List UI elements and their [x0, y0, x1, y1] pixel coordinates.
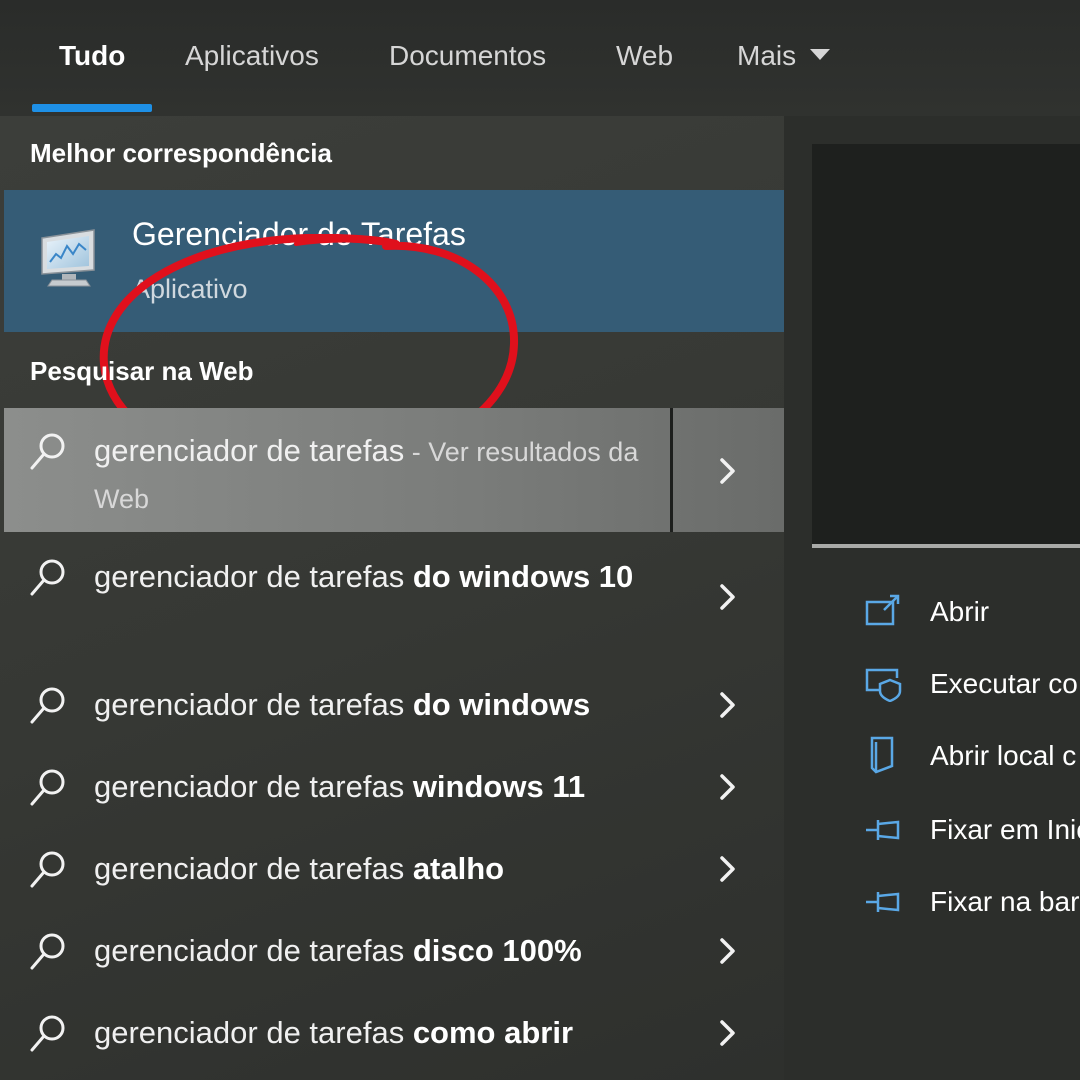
best-match-result[interactable]: Gerenciador de Tarefas Aplicativo — [4, 190, 784, 332]
web-result-text: gerenciador de tarefas disco 100% — [94, 928, 664, 974]
action-pin-to-start[interactable]: Fixar em Inic — [864, 810, 1080, 854]
tab-web[interactable]: Web — [616, 36, 673, 76]
web-search-heading: Pesquisar na Web — [30, 356, 254, 386]
search-icon — [30, 559, 65, 596]
web-result-query: gerenciador de tarefas — [94, 769, 413, 804]
web-result-row[interactable]: gerenciador de tarefas como abrir — [4, 1010, 784, 1070]
chevron-right-icon[interactable] — [712, 690, 742, 720]
web-result-query: gerenciador de tarefas — [94, 933, 413, 968]
action-pin-to-taskbar-label: Fixar na bar — [930, 886, 1080, 917]
chevron-right-icon[interactable] — [712, 936, 742, 966]
run-as-admin-icon — [865, 668, 902, 702]
tab-mais-label: Mais — [737, 40, 797, 71]
action-run-as-admin[interactable]: Executar co — [864, 664, 1080, 708]
open-icon — [865, 594, 900, 626]
chevron-right-icon[interactable] — [712, 456, 742, 486]
chevron-down-icon — [810, 49, 831, 61]
web-result-query: gerenciador de tarefas — [94, 851, 413, 886]
chevron-right-icon[interactable] — [712, 1018, 742, 1048]
best-match-heading: Melhor correspondência — [30, 138, 332, 168]
action-pin-to-start-label: Fixar em Inic — [930, 814, 1080, 845]
action-open-label: Abrir — [930, 596, 990, 627]
web-result-query: gerenciador de tarefas — [94, 559, 413, 594]
action-open[interactable]: Abrir — [864, 592, 1080, 636]
web-result-text: gerenciador de tarefas do windows — [94, 682, 664, 728]
search-icon — [30, 687, 65, 724]
search-icon — [30, 933, 65, 970]
tab-documentos[interactable]: Documentos — [389, 36, 546, 76]
tab-aplicativos[interactable]: Aplicativos — [185, 36, 319, 76]
web-result-row[interactable]: gerenciador de tarefas atalho — [4, 846, 784, 906]
app-preview — [812, 144, 1080, 546]
web-result-bold: do windows 10 — [412, 559, 634, 594]
web-result-text: gerenciador de tarefas windows 11 — [94, 764, 664, 810]
action-open-file-location-label: Abrir local c — [930, 740, 1077, 771]
search-icon — [30, 851, 65, 888]
web-result-query: gerenciador de tarefas — [94, 433, 405, 468]
web-result-row[interactable]: gerenciador de tarefas windows 11 — [4, 764, 784, 824]
web-result-bold: disco 100% — [412, 933, 582, 968]
web-result-row[interactable]: gerenciador de tarefas do windows — [4, 682, 784, 742]
row-divider — [670, 408, 673, 532]
preview-divider — [812, 544, 1080, 548]
search-icon — [30, 769, 65, 806]
active-tab-indicator — [32, 104, 152, 112]
windows-search-panel: Tudo Aplicativos Documentos Web Mais Mel… — [0, 0, 1080, 1080]
web-result-text: gerenciador de tarefas atalho — [94, 846, 664, 892]
tab-mais[interactable]: Mais — [737, 36, 831, 76]
file-location-icon — [870, 736, 894, 774]
action-run-as-admin-label: Executar co — [930, 668, 1078, 699]
details-pane: Abrir Executar co Abrir local c Fixar em… — [784, 116, 1080, 1080]
search-icon — [30, 1015, 65, 1052]
results-pane: Melhor correspondência Gerenciador de Ta… — [0, 116, 784, 1080]
task-manager-icon — [41, 229, 95, 287]
chevron-right-icon[interactable] — [712, 854, 742, 884]
tab-tudo[interactable]: Tudo — [59, 36, 125, 76]
search-tabs: Tudo Aplicativos Documentos Web Mais — [0, 0, 1080, 116]
web-result-bold: como abrir — [412, 1015, 574, 1050]
web-result-bold: windows 11 — [412, 769, 586, 804]
action-open-file-location[interactable]: Abrir local c — [864, 736, 1080, 780]
web-result-query: gerenciador de tarefas — [94, 687, 413, 722]
web-result-bold: do windows — [412, 687, 591, 722]
pin-icon — [866, 820, 900, 840]
web-result-query: gerenciador de tarefas — [94, 1015, 413, 1050]
web-result-row[interactable]: gerenciador de tarefas - Ver resultados … — [4, 408, 784, 532]
action-pin-to-taskbar[interactable]: Fixar na bar — [864, 882, 1080, 926]
chevron-right-icon[interactable] — [712, 772, 742, 802]
search-icon — [30, 433, 65, 470]
web-result-row[interactable]: gerenciador de tarefas disco 100% — [4, 928, 784, 988]
best-match-app-name: Gerenciador de Tarefas — [132, 216, 466, 252]
web-result-text: gerenciador de tarefas do windows 10 — [94, 554, 664, 600]
web-result-text: gerenciador de tarefas - Ver resultados … — [94, 428, 664, 522]
pin-icon — [866, 892, 900, 912]
web-result-row[interactable]: gerenciador de tarefas do windows 10 — [4, 554, 784, 654]
web-result-text: gerenciador de tarefas como abrir — [94, 1010, 664, 1056]
web-result-bold: atalho — [412, 851, 505, 886]
chevron-right-icon[interactable] — [712, 582, 742, 612]
best-match-app-type: Aplicativo — [132, 274, 248, 304]
